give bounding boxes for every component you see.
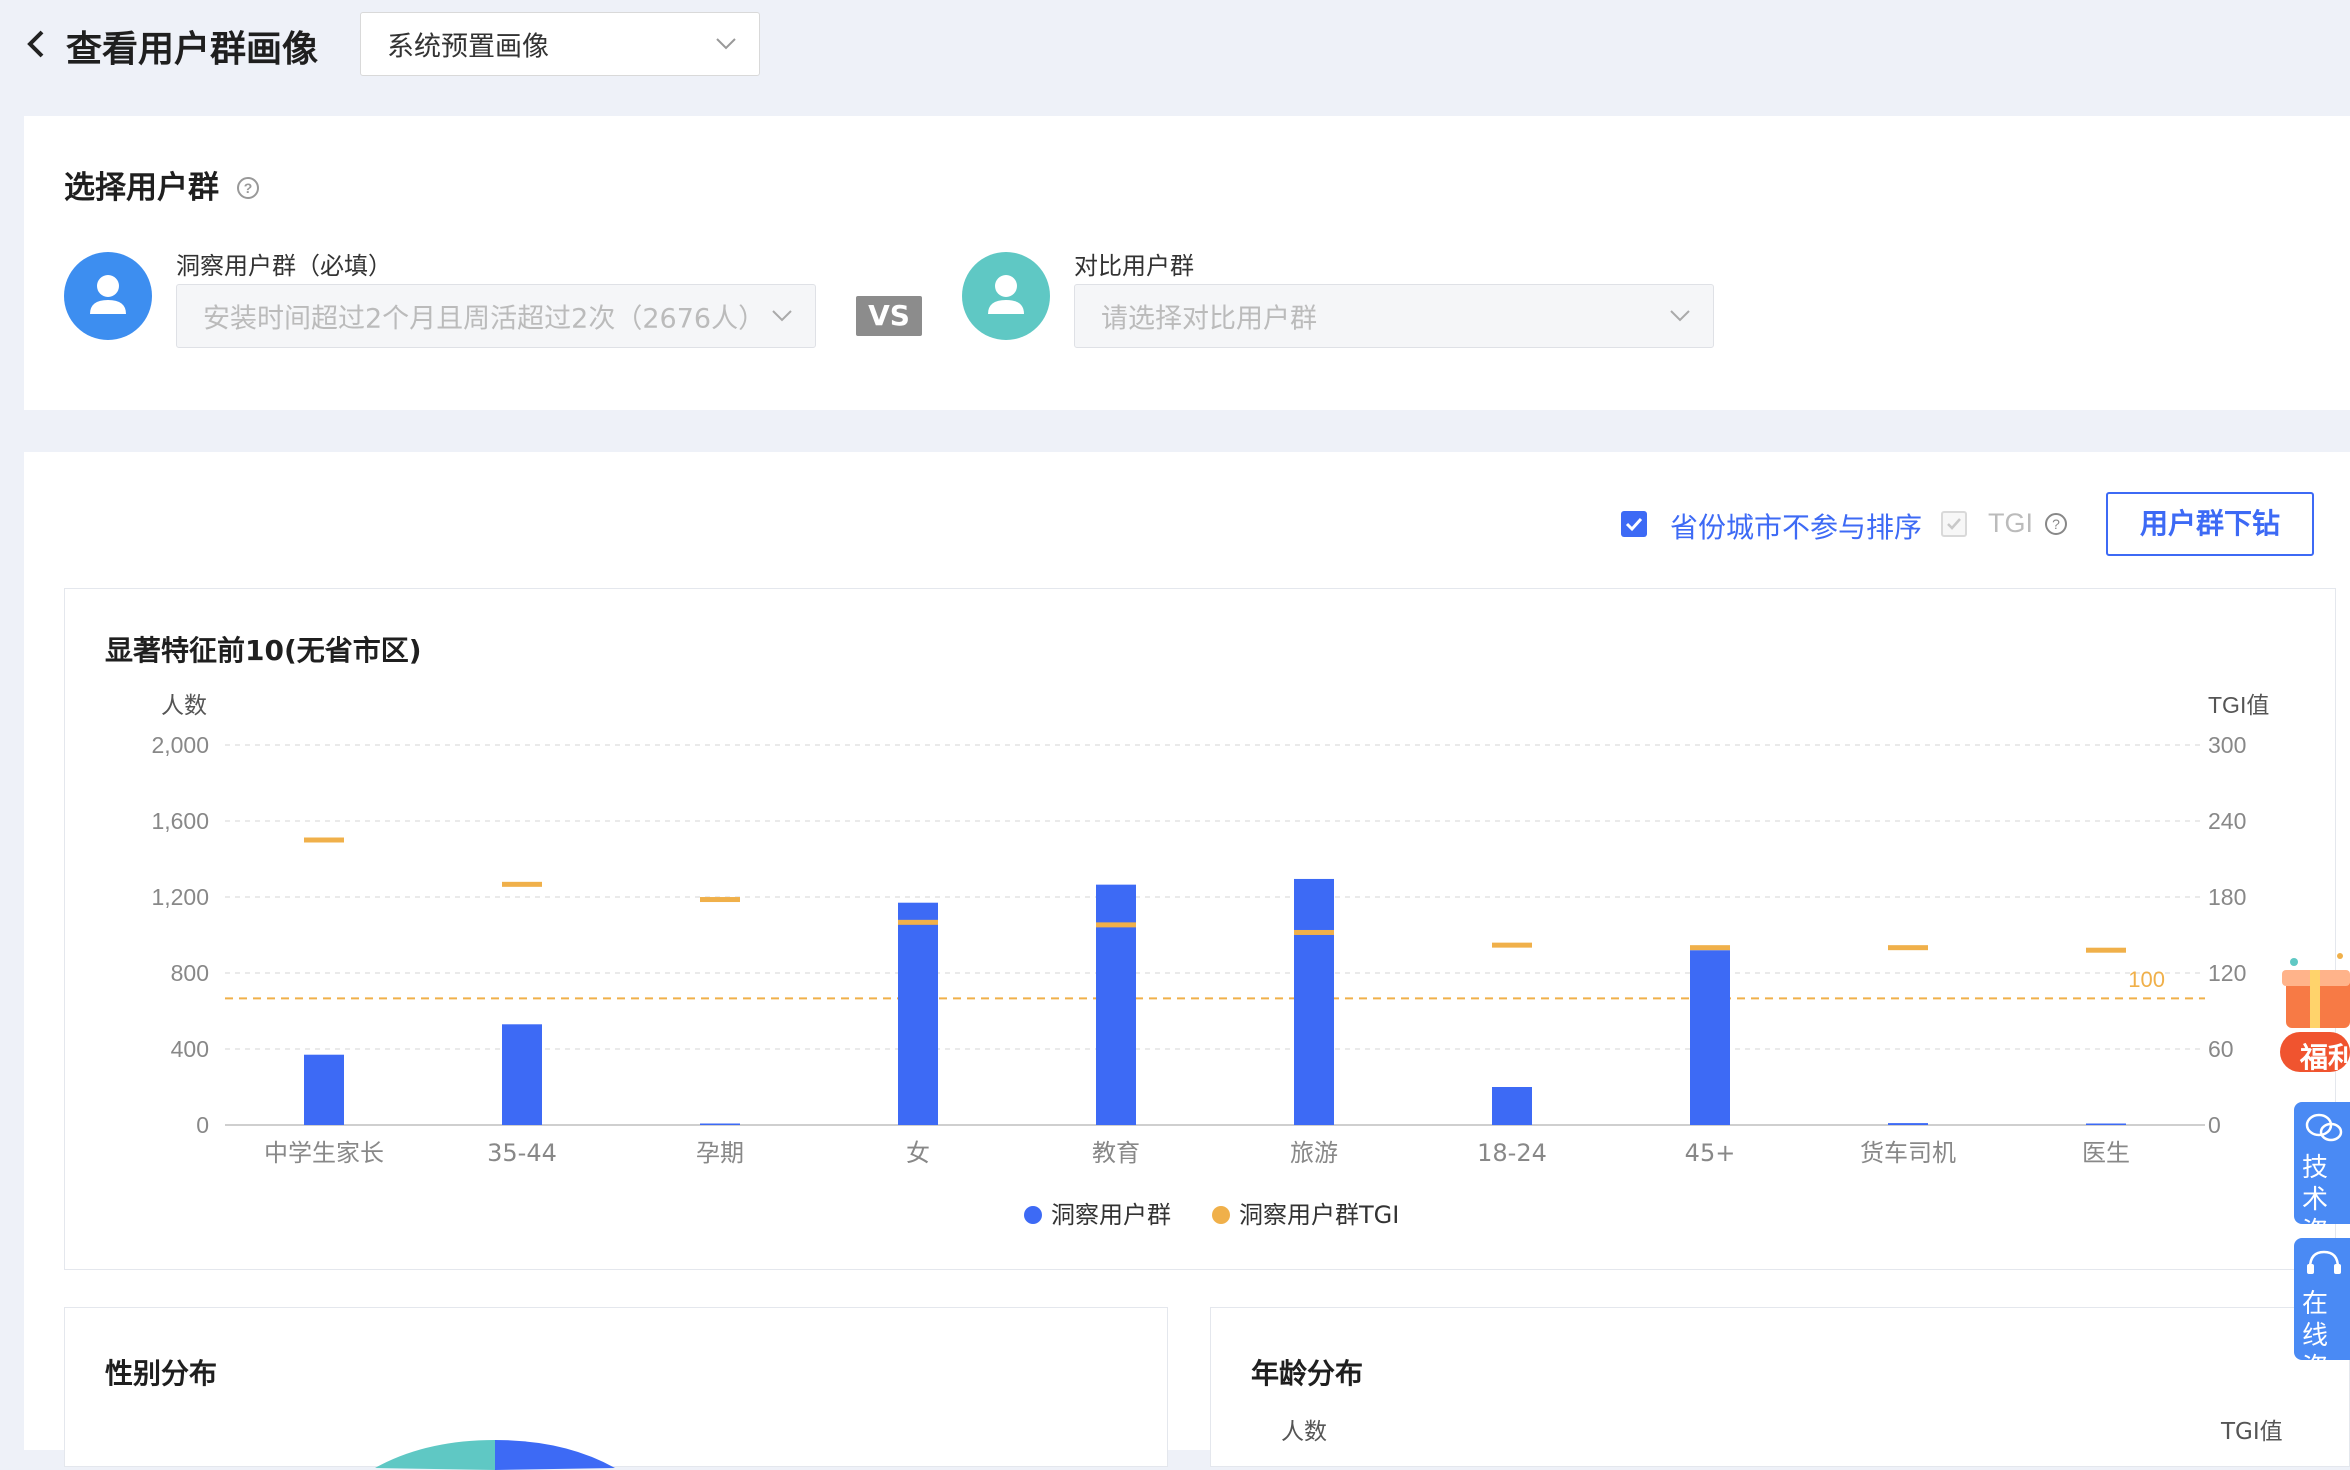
exclude-region-label[interactable]: 省份城市不参与排序 [1670,506,1922,546]
svg-text:?: ? [244,180,253,196]
y-right-tick: 300 [2208,732,2246,758]
insight-group-label: 洞察用户群（必填） [176,252,392,280]
age-panel: 年龄分布 人数 TGI值 [1210,1307,2350,1467]
y-right-tick: 60 [2208,1036,2234,1062]
x-tick-label: 45+ [1685,1139,1736,1167]
help-icon[interactable]: ? [236,176,260,200]
exclude-region-checkbox[interactable] [1621,511,1647,537]
y-right-title: TGI值 [2208,692,2269,718]
tgi-marker[interactable] [1294,929,1334,935]
top-features-chart: 人数 TGI值 2,000 1,600 1,200 800 400 0 300 … [151,692,2269,1229]
compare-group-label: 对比用户群 [1074,252,1194,280]
analysis-card: 省份城市不参与排序 TGI ? 用户群下钻 显著特征前10(无省市区) 人数 T… [24,452,2350,1470]
select-group-title: 选择用户群 ? [64,162,260,207]
insight-group-avatar [64,252,152,340]
x-tick-label: 教育 [1092,1139,1140,1167]
x-tick-label: 中学生家长 [264,1139,384,1167]
tgi-marker[interactable] [1096,922,1136,928]
bar[interactable] [1492,1087,1532,1125]
age-title: 年龄分布 [1251,1357,1364,1390]
age-y-right-title: TGI值 [2221,1419,2283,1445]
baseline-label: 100 [2128,967,2165,992]
user-icon [988,275,1024,314]
x-tick-label: 旅游 [1290,1139,1338,1167]
y-left-tick: 1,200 [151,884,209,910]
y-right-tick: 120 [2208,960,2246,986]
online-consult-button[interactable]: 在线咨询 [2294,1238,2350,1360]
back-button[interactable] [18,24,54,64]
y-left-title: 人数 [161,692,207,718]
age-y-left-title: 人数 [1281,1419,1327,1445]
bar[interactable] [1888,1123,1928,1125]
x-tick-label: 18-24 [1477,1139,1547,1167]
y-left-tick: 800 [171,960,209,986]
chevron-left-icon [27,30,44,58]
bar[interactable] [304,1054,344,1125]
x-tick-label: 医生 [2082,1139,2130,1167]
tgi-marker[interactable] [1888,945,1928,951]
y-right-tick: 240 [2208,808,2246,834]
legend-tgi-swatch[interactable] [1212,1206,1230,1224]
tgi-marker[interactable] [304,837,344,843]
welfare-widget[interactable]: 福利 [2280,948,2350,1078]
x-tick-label: 35-44 [487,1139,557,1167]
chevron-down-icon [1670,310,1690,322]
svg-text:?: ? [2052,516,2060,532]
tgi-marker[interactable] [1492,942,1532,948]
welfare-label: 福利 [2300,1041,2350,1074]
x-tick-label: 女 [906,1139,930,1167]
tgi-marker[interactable] [502,881,542,887]
select-group-card: 选择用户群 ? 洞察用户群（必填） 安装时间超过2个月且周活超过2次（2676人… [24,116,2350,410]
y-left-tick: 1,600 [151,808,209,834]
x-tick-label: 孕期 [696,1139,744,1167]
y-left-tick: 400 [171,1036,209,1062]
legend-bar-swatch[interactable] [1024,1206,1042,1224]
help-icon[interactable]: ? [2044,512,2068,536]
compare-group-select[interactable]: 请选择对比用户群 [1074,284,1714,348]
bar[interactable] [502,1024,542,1125]
chevron-down-icon [772,310,792,322]
gender-title: 性别分布 [105,1357,218,1390]
y-right-tick: 180 [2208,884,2246,910]
insight-group-select[interactable]: 安装时间超过2个月且周活超过2次（2676人） [176,284,816,348]
chevron-down-icon [716,38,736,50]
drill-down-button[interactable]: 用户群下钻 [2106,492,2314,556]
bar[interactable] [700,1123,740,1126]
user-icon [90,275,126,314]
tech-consult-button[interactable]: 技术咨询 [2294,1102,2350,1224]
y-right-tick: 0 [2208,1112,2221,1138]
tgi-marker[interactable] [2086,947,2126,953]
vs-badge: VS [856,296,922,336]
tgi-label: TGI [1988,508,2033,538]
page-title: 查看用户群画像 [66,29,319,70]
tgi-checkbox[interactable] [1941,511,1967,537]
check-icon [1947,518,1961,530]
bar[interactable] [1294,878,1334,1125]
y-left-tick: 2,000 [151,732,209,758]
gender-panel: 性别分布 [64,1307,1168,1470]
preset-profile-dropdown[interactable]: 系统预置画像 [360,12,760,76]
online-consult-label: 在线咨询 [2302,1289,2329,1360]
bar[interactable] [898,902,938,1125]
y-left-tick: 0 [196,1112,209,1138]
headset-icon [2307,1250,2341,1274]
x-tick-label: 货车司机 [1860,1139,1956,1167]
bar[interactable] [2086,1123,2126,1126]
top-features-panel: 显著特征前10(无省市区) 人数 TGI值 2,000 1,600 1,200 … [64,588,2336,1270]
compare-group-avatar [962,252,1050,340]
legend-tgi-label[interactable]: 洞察用户群TGI [1239,1201,1399,1229]
tgi-marker[interactable] [898,919,938,925]
tech-consult-label: 技术咨询 [2302,1153,2329,1224]
bar[interactable] [1096,884,1136,1125]
tgi-marker[interactable] [1690,945,1730,951]
wechat-icon [2305,1113,2343,1142]
check-icon [1625,517,1643,532]
gender-pie-preview [375,1440,615,1470]
bar[interactable] [1690,950,1730,1125]
legend-bar-label[interactable]: 洞察用户群 [1051,1201,1171,1229]
tgi-marker[interactable] [700,897,740,903]
